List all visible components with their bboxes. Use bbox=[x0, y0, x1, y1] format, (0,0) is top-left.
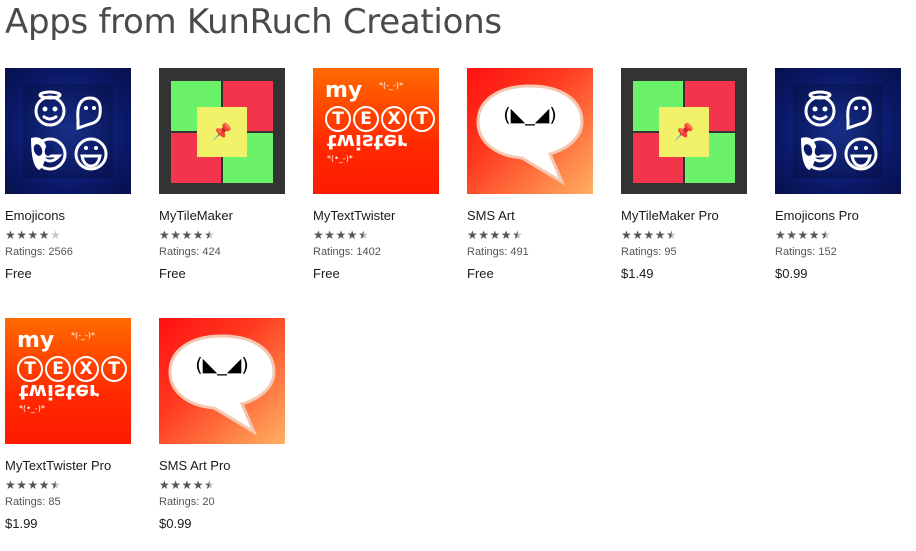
star-rating: ★★★★★ bbox=[313, 228, 443, 242]
app-name[interactable]: MyTextTwister Pro bbox=[5, 458, 135, 473]
price-label: $1.49 bbox=[621, 266, 654, 281]
star-icon: ★ bbox=[16, 228, 28, 242]
star-icon: ★ bbox=[775, 228, 787, 242]
star-icon: ★ bbox=[654, 228, 667, 242]
star-icon: ★ bbox=[50, 478, 62, 492]
star-icon: ★ bbox=[170, 478, 182, 492]
star-rating: ★★★★★ bbox=[621, 228, 751, 242]
star-icon: ★ bbox=[204, 478, 216, 492]
tilemaker-thumbnail: 📌 bbox=[621, 68, 747, 194]
star-icon: ★ bbox=[666, 228, 678, 242]
star-icon: ★ bbox=[500, 228, 513, 242]
star-icon: ★ bbox=[346, 228, 359, 242]
star-icon: ★ bbox=[192, 228, 205, 242]
app-tile[interactable]: my *(-_-)* TEXT twister *(•_-)* MyTextTw… bbox=[5, 318, 135, 531]
star-rating: ★★★★★ bbox=[159, 228, 289, 242]
pin-icon: 📌 bbox=[674, 124, 694, 141]
app-tile[interactable]: Emojicons Pro ★★★★★ Ratings: 152 $0.99 bbox=[775, 68, 905, 281]
star-icon: ★ bbox=[5, 228, 17, 242]
app-tile[interactable]: my *(-_-)* TEXT twister *(•_-)* MyTextTw… bbox=[313, 68, 443, 281]
star-icon: ★ bbox=[5, 478, 17, 492]
price-label: $0.99 bbox=[159, 516, 192, 531]
ratings-count: Ratings: 2566 bbox=[5, 246, 73, 258]
tilemaker-thumbnail: 📌 bbox=[159, 68, 285, 194]
star-icon: ★ bbox=[512, 228, 524, 242]
price-label: Free bbox=[5, 266, 32, 281]
star-icon: ★ bbox=[358, 228, 370, 242]
price-label: $0.99 bbox=[775, 266, 808, 281]
star-rating: ★★★★★ bbox=[467, 228, 597, 242]
star-icon: ★ bbox=[181, 478, 193, 492]
star-icon: ★ bbox=[808, 228, 821, 242]
ratings-count: Ratings: 152 bbox=[775, 246, 837, 258]
emojicons-thumbnail bbox=[5, 68, 131, 194]
app-name[interactable]: SMS Art bbox=[467, 208, 597, 223]
smsart-thumbnail: (◣_◢) bbox=[467, 68, 593, 194]
page-title: Apps from KunRuch Creations bbox=[5, 2, 502, 42]
star-icon: ★ bbox=[50, 228, 62, 242]
star-icon: ★ bbox=[478, 228, 490, 242]
star-icon: ★ bbox=[159, 478, 171, 492]
ratings-count: Ratings: 95 bbox=[621, 246, 677, 258]
app-name[interactable]: MyTileMaker bbox=[159, 208, 289, 223]
star-rating: ★★★★★ bbox=[775, 228, 905, 242]
ratings-count: Ratings: 424 bbox=[159, 246, 221, 258]
texttwister-thumbnail: my *(-_-)* TEXT twister *(•_-)* bbox=[313, 68, 439, 194]
star-icon: ★ bbox=[489, 228, 501, 242]
star-icon: ★ bbox=[643, 228, 655, 242]
ratings-count: Ratings: 1402 bbox=[313, 246, 381, 258]
app-name[interactable]: MyTextTwister bbox=[313, 208, 443, 223]
star-icon: ★ bbox=[820, 228, 832, 242]
app-tile[interactable]: 📌 MyTileMaker Pro ★★★★★ Ratings: 95 $1.4… bbox=[621, 68, 751, 281]
pin-icon: 📌 bbox=[212, 124, 232, 141]
star-icon: ★ bbox=[16, 478, 28, 492]
app-name[interactable]: Emojicons bbox=[5, 208, 135, 223]
price-label: Free bbox=[159, 266, 186, 281]
star-icon: ★ bbox=[181, 228, 193, 242]
emojicons-thumbnail bbox=[775, 68, 901, 194]
ratings-count: Ratings: 20 bbox=[159, 496, 215, 508]
app-name[interactable]: MyTileMaker Pro bbox=[621, 208, 751, 223]
star-icon: ★ bbox=[467, 228, 479, 242]
ratings-count: Ratings: 491 bbox=[467, 246, 529, 258]
price-label: Free bbox=[313, 266, 340, 281]
star-icon: ★ bbox=[27, 478, 39, 492]
star-rating: ★★★★★ bbox=[159, 478, 289, 492]
star-icon: ★ bbox=[192, 478, 205, 492]
star-icon: ★ bbox=[621, 228, 633, 242]
star-icon: ★ bbox=[159, 228, 171, 242]
star-icon: ★ bbox=[313, 228, 325, 242]
star-icon: ★ bbox=[204, 228, 216, 242]
star-icon: ★ bbox=[797, 228, 809, 242]
app-tile[interactable]: 📌 MyTileMaker ★★★★★ Ratings: 424 Free bbox=[159, 68, 289, 281]
star-icon: ★ bbox=[335, 228, 347, 242]
star-icon: ★ bbox=[27, 228, 39, 242]
smsart-thumbnail: (◣_◢) bbox=[159, 318, 285, 444]
star-rating: ★★★★★ bbox=[5, 228, 135, 242]
star-icon: ★ bbox=[324, 228, 336, 242]
star-icon: ★ bbox=[170, 228, 182, 242]
app-name[interactable]: SMS Art Pro bbox=[159, 458, 289, 473]
app-tile[interactable]: (◣_◢) SMS Art Pro ★★★★★ Ratings: 20 $0.9… bbox=[159, 318, 289, 531]
price-label: Free bbox=[467, 266, 494, 281]
app-tile[interactable]: (◣_◢) SMS Art ★★★★★ Ratings: 491 Free bbox=[467, 68, 597, 281]
star-icon: ★ bbox=[786, 228, 798, 242]
star-icon: ★ bbox=[38, 228, 51, 242]
star-rating: ★★★★★ bbox=[5, 478, 135, 492]
ratings-count: Ratings: 85 bbox=[5, 496, 61, 508]
app-name[interactable]: Emojicons Pro bbox=[775, 208, 905, 223]
price-label: $1.99 bbox=[5, 516, 38, 531]
star-icon: ★ bbox=[38, 478, 51, 492]
texttwister-thumbnail: my *(-_-)* TEXT twister *(•_-)* bbox=[5, 318, 131, 444]
app-tile[interactable]: Emojicons ★★★★★ Ratings: 2566 Free bbox=[5, 68, 135, 281]
star-icon: ★ bbox=[632, 228, 644, 242]
